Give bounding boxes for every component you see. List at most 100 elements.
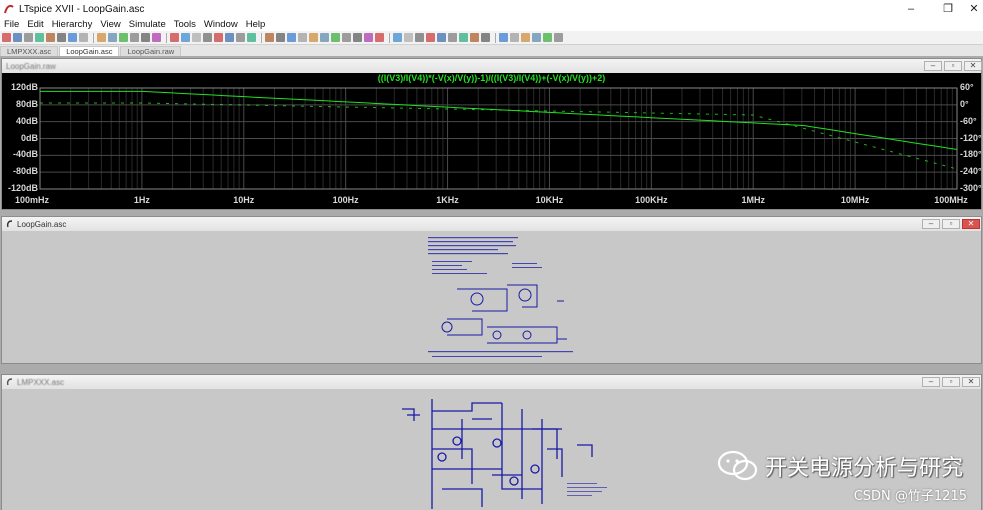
menu-simulate[interactable]: Simulate <box>125 18 170 31</box>
plot-window: LoopGain.raw – ▫ ✕ ((I(V3)/I(V4))*(-V(x)… <box>1 58 982 210</box>
menu-edit[interactable]: Edit <box>23 18 47 31</box>
y-axis-left-tick-label: -120dB <box>7 183 38 193</box>
toolbar-tool-icon[interactable] <box>119 33 128 42</box>
toolbar-tool-icon[interactable] <box>236 33 245 42</box>
toolbar-tool-icon[interactable] <box>554 33 563 42</box>
menu-tools[interactable]: Tools <box>170 18 200 31</box>
toolbar-tool-icon[interactable] <box>130 33 139 42</box>
tab-lmpxxx[interactable]: LMPXXX.asc <box>0 46 59 56</box>
x-axis-tick-label: 100MHz <box>934 195 968 205</box>
x-axis-tick-label: 10MHz <box>840 195 870 205</box>
toolbar-tool-icon[interactable] <box>353 33 362 42</box>
toolbar-tool-icon[interactable] <box>426 33 435 42</box>
x-axis-tick-label: 1KHz <box>436 195 459 205</box>
toolbar-tool-icon[interactable] <box>364 33 373 42</box>
loopgain-restore-button[interactable]: ▫ <box>942 219 960 229</box>
toolbar-tool-icon[interactable] <box>35 33 44 42</box>
loopgain-close-button[interactable]: ✕ <box>962 219 980 229</box>
toolbar-tool-icon[interactable] <box>320 33 329 42</box>
toolbar-tool-icon[interactable] <box>108 33 117 42</box>
toolbar-tool-icon[interactable] <box>481 33 490 42</box>
toolbar-tool-icon[interactable] <box>192 33 201 42</box>
toolbar-tool-icon[interactable] <box>375 33 384 42</box>
toolbar-tool-icon[interactable] <box>68 33 77 42</box>
schematic-icon <box>6 220 13 228</box>
toolbar-tool-icon[interactable] <box>247 33 256 42</box>
plot-close-button[interactable]: ✕ <box>964 61 982 71</box>
toolbar-separator <box>495 32 496 43</box>
toolbar-tool-icon[interactable] <box>404 33 413 42</box>
toolbar-tool-icon[interactable] <box>437 33 446 42</box>
toolbar-tool-icon[interactable] <box>225 33 234 42</box>
toolbar-tool-icon[interactable] <box>24 33 33 42</box>
toolbar-tool-icon[interactable] <box>57 33 66 42</box>
plot-body: ((I(V3)/I(V4))*(-V(x)/V(y))-1)/((I(V3)/I… <box>2 73 981 209</box>
y-axis-left-tick-label: -80dB <box>12 166 38 177</box>
plot-minimize-button[interactable]: – <box>924 61 942 71</box>
toolbar-tool-icon[interactable] <box>214 33 223 42</box>
toolbar-tool-icon[interactable] <box>152 33 161 42</box>
toolbar <box>0 31 983 45</box>
toolbar-tool-icon[interactable] <box>276 33 285 42</box>
toolbar-tool-icon[interactable] <box>79 33 88 42</box>
lmp-minimize-button[interactable]: – <box>922 377 940 387</box>
toolbar-tool-icon[interactable] <box>342 33 351 42</box>
toolbar-tool-icon[interactable] <box>510 33 519 42</box>
toolbar-tool-icon[interactable] <box>543 33 552 42</box>
wechat-icon <box>717 450 758 481</box>
menu-help[interactable]: Help <box>242 18 270 31</box>
toolbar-tool-icon[interactable] <box>459 33 468 42</box>
toolbar-tool-icon[interactable] <box>181 33 190 42</box>
csdn-credit: CSDN @竹子1215 <box>853 489 967 504</box>
toolbar-tool-icon[interactable] <box>97 33 106 42</box>
toolbar-tool-icon[interactable] <box>203 33 212 42</box>
lmp-close-button[interactable]: ✕ <box>962 377 980 387</box>
toolbar-tool-icon[interactable] <box>2 33 11 42</box>
y-axis-left-tick-label: 120dB <box>10 82 38 92</box>
toolbar-tool-icon[interactable] <box>170 33 179 42</box>
toolbar-tool-icon[interactable] <box>13 33 22 42</box>
toolbar-separator <box>389 32 390 43</box>
plot-expression: ((I(V3)/I(V4))*(-V(x)/V(y))-1)/((I(V3)/I… <box>377 73 606 83</box>
toolbar-tool-icon[interactable] <box>298 33 307 42</box>
tab-loopgain-asc[interactable]: LoopGain.asc <box>59 46 120 56</box>
x-axis-tick-label: 100Hz <box>332 195 359 205</box>
toolbar-tool-icon[interactable] <box>265 33 274 42</box>
toolbar-tool-icon[interactable] <box>331 33 340 42</box>
loopgain-minimize-button[interactable]: – <box>922 219 940 229</box>
minimize-button[interactable]: – <box>895 0 927 18</box>
loopgain-window-title: LoopGain.asc <box>17 219 67 229</box>
plot-restore-button[interactable]: ▫ <box>944 61 962 71</box>
schematic-icon <box>6 378 13 386</box>
loopgain-schematic-canvas[interactable] <box>2 231 981 363</box>
x-axis-tick-label: 1Hz <box>133 195 150 205</box>
toolbar-tool-icon[interactable] <box>448 33 457 42</box>
y-axis-right-tick-label: -240° <box>960 166 981 177</box>
menu-view[interactable]: View <box>96 18 124 31</box>
toolbar-tool-icon[interactable] <box>415 33 424 42</box>
toolbar-tool-icon[interactable] <box>499 33 508 42</box>
toolbar-tool-icon[interactable] <box>46 33 55 42</box>
lmp-window-caption: LMPXXX.asc – ▫ ✕ <box>2 375 981 389</box>
menu-hierarchy[interactable]: Hierarchy <box>48 18 97 31</box>
tab-loopgain-raw[interactable]: LoopGain.raw <box>120 46 182 56</box>
menu-file[interactable]: File <box>0 18 23 31</box>
toolbar-tool-icon[interactable] <box>393 33 402 42</box>
toolbar-tool-icon[interactable] <box>287 33 296 42</box>
toolbar-tool-icon[interactable] <box>521 33 530 42</box>
toolbar-tool-icon[interactable] <box>309 33 318 42</box>
y-axis-right-tick-label: 60° <box>960 82 974 92</box>
toolbar-tool-icon[interactable] <box>141 33 150 42</box>
x-axis-tick-label: 10KHz <box>535 195 564 205</box>
plot-window-caption: LoopGain.raw – ▫ ✕ <box>2 59 982 73</box>
menu-window[interactable]: Window <box>200 18 242 31</box>
toolbar-tool-icon[interactable] <box>470 33 479 42</box>
close-button[interactable]: ✕ <box>958 0 983 18</box>
watermark: 开关电源分析与研究 <box>717 450 963 482</box>
y-axis-right-tick-label: 0° <box>960 98 969 109</box>
lmp-restore-button[interactable]: ▫ <box>942 377 960 387</box>
toolbar-tool-icon[interactable] <box>532 33 541 42</box>
bode-plot[interactable]: ((I(V3)/I(V4))*(-V(x)/V(y))-1)/((I(V3)/I… <box>2 73 981 209</box>
y-axis-left-tick-label: 0dB <box>20 132 38 143</box>
lmp-window-title: LMPXXX.asc <box>17 377 65 387</box>
